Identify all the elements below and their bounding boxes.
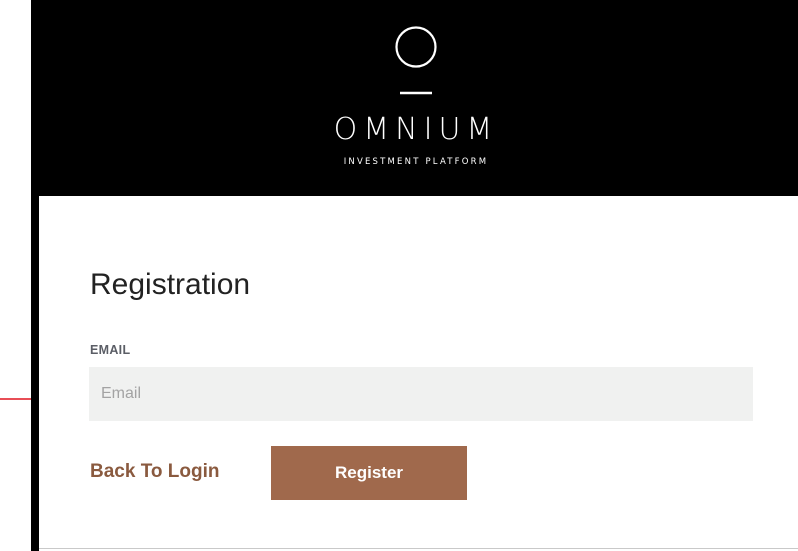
site-header: OMNIUM INVESTMENT PLATFORM [31,0,798,196]
register-button[interactable]: Register [271,446,467,500]
card-bottom-divider [39,548,798,549]
email-label: EMAIL [90,343,131,357]
omnium-logo-icon [395,26,437,95]
brand-logo: OMNIUM INVESTMENT PLATFORM [31,0,798,196]
brand-tagline: INVESTMENT PLATFORM [343,157,489,167]
page: OMNIUM INVESTMENT PLATFORM Registration … [0,0,798,551]
page-title: Registration [90,268,251,302]
back-to-login-link[interactable]: Back To Login [90,461,219,483]
email-input[interactable] [89,367,753,421]
brand-name: OMNIUM [333,112,499,147]
